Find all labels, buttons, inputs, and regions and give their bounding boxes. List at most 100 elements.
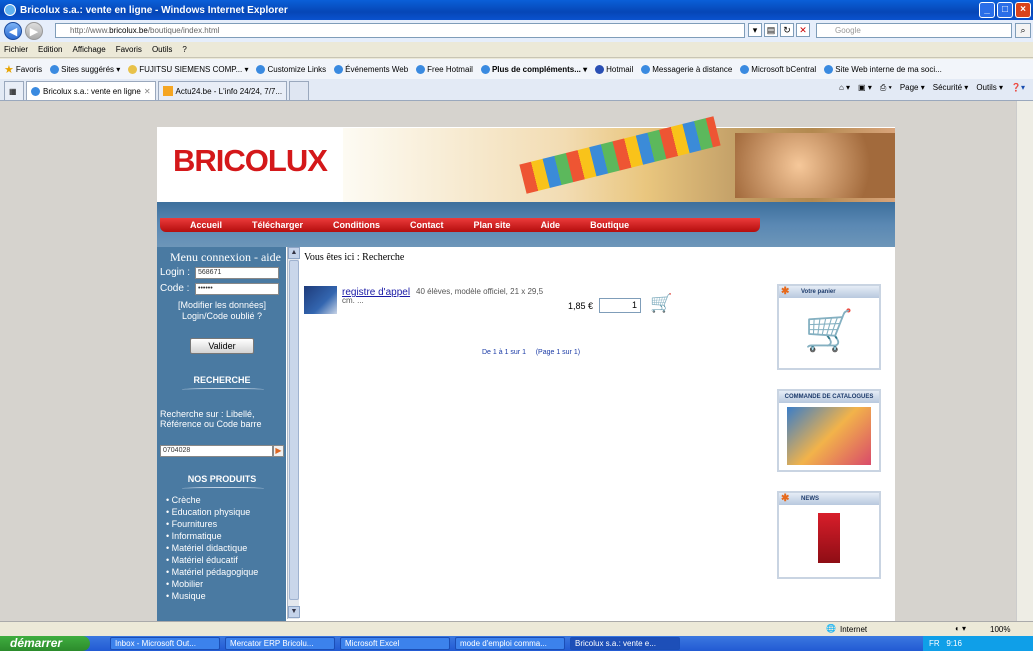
cart-box[interactable]: ✱ Votre panier 🛒 xyxy=(777,284,881,370)
quantity-input[interactable]: 1 xyxy=(599,298,641,313)
close-tab-icon[interactable]: ✕ xyxy=(144,87,151,96)
category-item[interactable]: Musique xyxy=(166,590,258,602)
help-icon[interactable]: ❓▾ xyxy=(1011,83,1025,93)
fav-link[interactable]: Site Web interne de ma soci... xyxy=(824,64,942,74)
close-button[interactable]: × xyxy=(1015,2,1031,18)
star-icon: ✱ xyxy=(781,493,790,504)
nav-telecharger[interactable]: Télécharger xyxy=(222,218,303,232)
category-item[interactable]: Matériel didactique xyxy=(166,542,258,554)
taskbar-item-outlook[interactable]: Inbox - Microsoft Out... xyxy=(110,637,220,650)
search-section-title: RECHERCHE xyxy=(193,375,251,385)
nav-aide[interactable]: Aide xyxy=(511,218,561,232)
scroll-up-icon[interactable]: ▲ xyxy=(288,247,300,259)
code-label: Code : xyxy=(160,283,190,294)
back-button[interactable]: ◀ xyxy=(4,22,22,40)
tab-bricolux[interactable]: Bricolux s.a.: vente en ligne ✕ xyxy=(26,81,156,100)
menu-edition[interactable]: Edition xyxy=(38,45,62,54)
address-prefix: http://www. xyxy=(70,26,110,35)
category-item[interactable]: Informatique xyxy=(166,530,258,542)
site-logo[interactable]: BRICOLUX xyxy=(173,143,328,179)
ie-icon xyxy=(256,64,266,74)
category-item[interactable]: Matériel éducatif xyxy=(166,554,258,566)
login-input[interactable]: 568671 xyxy=(195,267,279,279)
fav-link[interactable]: Plus de compléments... ▾ xyxy=(480,64,587,74)
command-bar: ⌂ ▾ ▣ ▾ ⎙ ▾ Page ▾ Sécurité ▾ Outils ▾ ❓… xyxy=(839,83,1025,93)
fav-link[interactable]: FUJITSU SIEMENS COMP... ▾ xyxy=(128,64,248,74)
feeds-icon[interactable]: ▣ ▾ xyxy=(858,83,872,93)
ie-icon xyxy=(4,4,16,16)
fav-link[interactable]: Customize Links xyxy=(256,64,326,74)
taskbar-item-doc[interactable]: mode d'emploi comma... xyxy=(455,637,565,650)
compat-icon[interactable]: ▤ xyxy=(764,23,778,37)
scroll-down-icon[interactable]: ▼ xyxy=(288,606,300,618)
print-icon[interactable]: ⎙ ▾ xyxy=(880,83,892,93)
product-name-link[interactable]: registre d'appel xyxy=(342,287,410,298)
taskbar-item-excel[interactable]: Microsoft Excel xyxy=(340,637,450,650)
status-bar: 🌐 Internet ◐ ▾ 100% xyxy=(0,621,1033,636)
nav-contact[interactable]: Contact xyxy=(380,218,444,232)
search-icon[interactable]: ⌕ xyxy=(1015,23,1031,38)
category-item[interactable]: Mobilier xyxy=(166,578,258,590)
nav-conditions[interactable]: Conditions xyxy=(303,218,380,232)
code-input[interactable]: •••••• xyxy=(195,283,279,295)
search-go-icon[interactable]: ▶ xyxy=(273,445,284,457)
nav-accueil[interactable]: Accueil xyxy=(160,218,222,232)
menu-fichier[interactable]: Fichier xyxy=(4,45,28,54)
quick-tabs-button[interactable]: ▦ xyxy=(4,81,24,100)
fav-link[interactable]: Événements Web xyxy=(334,64,408,74)
ie-icon xyxy=(480,64,490,74)
nav-boutique[interactable]: Boutique xyxy=(560,218,629,232)
page-menu[interactable]: Page ▾ xyxy=(900,83,925,93)
product-thumbnail[interactable] xyxy=(304,286,337,314)
stop-icon[interactable]: ✕ xyxy=(796,23,810,37)
menu-affichage[interactable]: Affichage xyxy=(72,45,105,54)
menu-outils[interactable]: Outils xyxy=(152,45,172,54)
star-icon: ✱ xyxy=(781,286,790,297)
security-menu[interactable]: Sécurité ▾ xyxy=(933,83,969,93)
tools-menu[interactable]: Outils ▾ xyxy=(976,83,1003,93)
fav-link[interactable]: Microsoft bCentral xyxy=(740,64,817,74)
taskbar-item-mercator[interactable]: Mercator ERP Bricolu... xyxy=(225,637,335,650)
fav-link-label: Messagerie à distance xyxy=(652,64,733,74)
news-box[interactable]: ✱ NEWS xyxy=(777,491,881,579)
protected-mode-icon[interactable]: ◐ ▾ xyxy=(955,624,966,633)
nav-plan-site[interactable]: Plan site xyxy=(444,218,511,232)
search-input[interactable]: Google xyxy=(816,23,1012,38)
page-scrollbar[interactable] xyxy=(1016,101,1033,621)
fav-link[interactable]: Messagerie à distance xyxy=(641,64,733,74)
address-path: /boutique/index.html xyxy=(147,26,220,35)
forward-button[interactable]: ▶ xyxy=(25,22,43,40)
new-tab-button[interactable] xyxy=(289,81,310,100)
system-tray[interactable]: FR 9:16 xyxy=(923,636,1033,651)
fav-link[interactable]: Sites suggérés ▾ xyxy=(50,64,120,74)
modify-data-link[interactable]: [Modifier les données] xyxy=(160,300,284,311)
forgot-code-link[interactable]: Login/Code oublié ? xyxy=(160,311,284,322)
dropdown-icon[interactable]: ▾ xyxy=(748,23,762,37)
fav-link-label: Microsoft bCentral xyxy=(751,64,817,74)
scroll-thumb[interactable] xyxy=(289,260,299,600)
refresh-icon[interactable]: ↻ xyxy=(780,23,794,37)
taskbar-item-bricolux[interactable]: Bricolux s.a.: vente e... xyxy=(570,637,680,650)
minimize-button[interactable]: _ xyxy=(979,2,995,18)
menu-favoris[interactable]: Favoris xyxy=(116,45,142,54)
tab-actu24[interactable]: Actu24.be - L'info 24/24, 7/7... xyxy=(157,81,288,100)
catalog-box[interactable]: COMMANDE DE CATALOGUES xyxy=(777,389,881,472)
category-item[interactable]: Crèche xyxy=(166,494,258,506)
section-divider xyxy=(182,487,264,490)
fav-link[interactable]: Free Hotmail xyxy=(416,64,473,74)
category-item[interactable]: Fournitures xyxy=(166,518,258,530)
menu-help[interactable]: ? xyxy=(182,45,186,54)
category-item[interactable]: Education physique xyxy=(166,506,258,518)
address-bar[interactable]: http://www.bricolux.be/boutique/index.ht… xyxy=(55,23,745,38)
zoom-level[interactable]: 100% xyxy=(990,625,1010,634)
sidebar-scrollbar[interactable]: ▲ ▼ xyxy=(287,247,300,619)
start-button[interactable]: démarrer xyxy=(0,636,90,651)
category-item[interactable]: Matériel pédagogique xyxy=(166,566,259,578)
favorites-button[interactable]: ★ Favoris xyxy=(4,63,42,76)
add-to-cart-icon[interactable]: 🛒 xyxy=(650,293,672,314)
validate-button[interactable]: Valider xyxy=(190,338,254,354)
fav-link[interactable]: Hotmail xyxy=(595,64,633,74)
maximize-button[interactable]: □ xyxy=(997,2,1013,18)
home-icon[interactable]: ⌂ ▾ xyxy=(839,83,850,93)
product-search-input[interactable]: 0704028 xyxy=(160,445,273,457)
